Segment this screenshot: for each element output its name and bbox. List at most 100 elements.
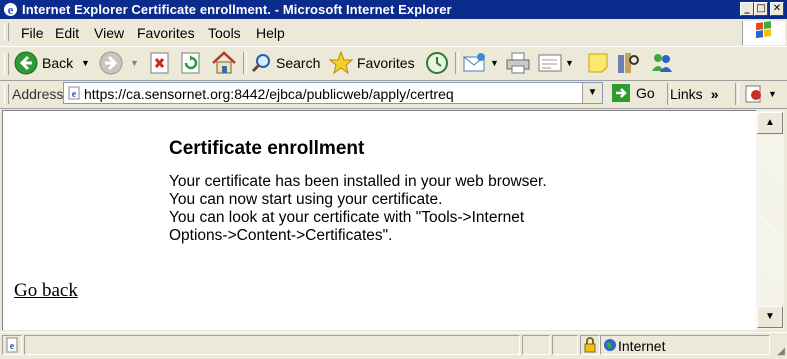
links-button[interactable]: Links » xyxy=(670,86,718,102)
menu-favorites[interactable]: Favorites xyxy=(137,25,195,41)
message-line: Options->Content->Certificates". xyxy=(169,227,393,244)
close-button[interactable]: ✕ xyxy=(770,2,784,16)
search-button[interactable]: Search xyxy=(250,50,320,76)
stop-button[interactable] xyxy=(150,50,170,76)
go-back-link[interactable]: Go back xyxy=(14,280,78,302)
window-title: Internet Explorer Certificate enrollment… xyxy=(22,2,452,17)
mail-button[interactable]: ▼ xyxy=(462,50,499,76)
chevron-up-icon: ▲ xyxy=(765,117,775,128)
extension-icon xyxy=(745,85,761,103)
windows-flag-icon xyxy=(756,21,771,39)
message-line: You can look at your certificate with "T… xyxy=(169,209,525,226)
scroll-up-button[interactable]: ▲ xyxy=(757,112,783,134)
discuss-button[interactable] xyxy=(587,50,609,76)
standard-toolbar: Back ▼ ▼ Search Favorites ▼ ▼ xyxy=(0,46,787,81)
print-icon xyxy=(506,52,530,74)
status-bar: e Internet ◢ xyxy=(0,332,787,359)
refresh-button[interactable] xyxy=(181,50,201,76)
message-line: Your certificate has been installed in y… xyxy=(169,173,547,190)
star-icon xyxy=(329,51,353,75)
status-pane xyxy=(552,335,578,355)
menu-help[interactable]: Help xyxy=(256,25,285,41)
back-dropdown[interactable]: ▼ xyxy=(79,50,90,76)
history-button[interactable] xyxy=(424,50,450,76)
history-icon xyxy=(426,52,448,74)
messenger-button[interactable] xyxy=(650,50,674,76)
svg-text:e: e xyxy=(10,341,15,352)
page-message: Your certificate has been installed in y… xyxy=(169,173,547,245)
menu-grip xyxy=(4,23,9,41)
scroll-down-button[interactable]: ▼ xyxy=(757,306,783,328)
svg-text:e: e xyxy=(8,2,14,17)
page-viewport: Certificate enrollment Your certificate … xyxy=(2,110,756,330)
address-dropdown[interactable]: ▼ xyxy=(582,83,602,103)
address-grip xyxy=(4,84,9,104)
minimize-button[interactable]: _ xyxy=(740,2,754,16)
page-icon: e xyxy=(68,86,80,100)
toolbar-separator xyxy=(455,52,459,74)
go-button[interactable]: Go xyxy=(612,83,655,103)
back-arrow-icon xyxy=(14,51,38,75)
home-button[interactable] xyxy=(211,50,237,76)
status-page-pane: e xyxy=(2,335,22,355)
chevron-down-icon: ▼ xyxy=(765,311,775,322)
ie-logo-icon: e xyxy=(4,2,17,17)
scroll-track[interactable] xyxy=(757,135,783,305)
chevron-down-icon: ▼ xyxy=(587,87,598,98)
toolbar-grip xyxy=(4,53,9,75)
page-icon: e xyxy=(6,337,18,353)
extension-button[interactable]: ▼ xyxy=(744,81,777,107)
forward-dropdown[interactable]: ▼ xyxy=(128,50,139,76)
print-button[interactable] xyxy=(505,50,531,76)
chevron-right-icon: » xyxy=(710,86,719,102)
address-label: Address xyxy=(12,86,64,102)
favorites-button[interactable]: Favorites xyxy=(329,50,415,76)
menu-file[interactable]: File xyxy=(21,25,44,41)
back-label: Back xyxy=(42,55,74,71)
page-heading: Certificate enrollment xyxy=(169,138,365,159)
research-button[interactable] xyxy=(616,50,640,76)
menu-view[interactable]: View xyxy=(94,25,124,41)
address-input[interactable]: e https://ca.sensornet.org:8442/ejbca/pu… xyxy=(63,82,603,104)
lock-icon xyxy=(584,337,596,353)
favorites-label: Favorites xyxy=(357,55,415,71)
chevron-down-icon: ▼ xyxy=(565,58,574,68)
vertical-scrollbar[interactable]: ▲ ▼ xyxy=(756,110,784,330)
resize-grip-icon[interactable]: ◢ xyxy=(777,346,785,357)
status-zone-label: Internet xyxy=(618,338,666,354)
links-label: Links xyxy=(670,86,703,102)
menu-tools[interactable]: Tools xyxy=(208,25,241,41)
message-line: You can now start using your certificate… xyxy=(169,191,443,208)
forward-arrow-icon xyxy=(99,51,123,75)
stop-icon xyxy=(150,52,169,74)
mail-icon xyxy=(463,53,485,72)
toolbar-separator xyxy=(243,52,247,74)
address-bar: Address e https://ca.sensornet.org:8442/… xyxy=(0,80,787,109)
svg-text:e: e xyxy=(72,89,77,100)
edit-button[interactable]: ▼ xyxy=(537,50,574,76)
search-icon xyxy=(251,54,270,73)
toolbar-separator xyxy=(735,83,739,105)
address-url: https://ca.sensornet.org:8442/ejbca/publ… xyxy=(84,86,454,102)
status-pane xyxy=(522,335,550,355)
note-icon xyxy=(588,53,608,73)
refresh-icon xyxy=(181,52,200,74)
status-lock-pane xyxy=(580,335,600,355)
globe-icon xyxy=(604,339,616,351)
chevron-down-icon: ▼ xyxy=(130,58,139,68)
status-text-pane xyxy=(24,335,520,355)
forward-button[interactable] xyxy=(99,50,123,76)
maximize-button[interactable]: □ xyxy=(754,2,768,16)
chevron-down-icon: ▼ xyxy=(768,89,777,99)
go-arrow-icon xyxy=(612,84,630,102)
menu-edit[interactable]: Edit xyxy=(55,25,79,41)
messenger-icon xyxy=(652,54,672,72)
back-button[interactable]: Back xyxy=(14,50,73,76)
go-label: Go xyxy=(636,85,655,101)
menu-bar: File Edit View Favorites Tools Help xyxy=(0,19,787,47)
windows-flag-logo xyxy=(742,21,785,45)
chevron-down-icon: ▼ xyxy=(81,58,90,68)
research-icon xyxy=(618,53,639,73)
home-icon xyxy=(212,51,236,74)
title-bar: e Internet Explorer Certificate enrollme… xyxy=(0,0,787,19)
